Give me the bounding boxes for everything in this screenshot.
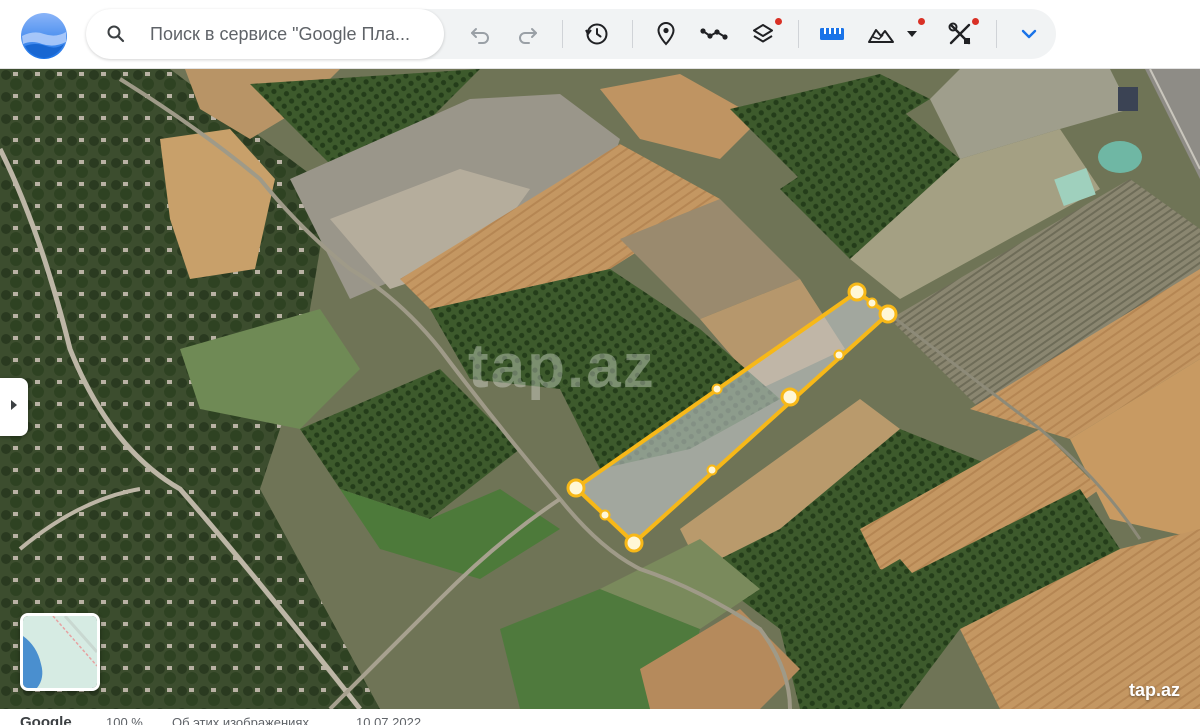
chevron-right-icon [10,398,18,416]
chevron-down-icon[interactable] [1015,20,1043,48]
notification-dot [918,18,925,25]
notification-dot [972,18,979,25]
imagery-date: 10.07.2022 [356,715,422,725]
plot-midpoint [833,349,845,361]
toolbar-divider [632,20,633,48]
terrain-icon[interactable] [867,20,895,48]
search-icon[interactable] [106,24,126,44]
toolbar-divider [798,20,799,48]
ruler-icon[interactable] [818,20,846,48]
satellite-map[interactable]: tap.az tap.az [0,69,1200,709]
search-input[interactable] [150,21,438,47]
history-icon[interactable] [583,20,611,48]
plot-vertex [878,304,898,324]
plot-midpoint [866,297,878,309]
minimap[interactable] [20,613,100,691]
plot-midpoint [599,509,611,521]
toolbar-pill [86,9,1056,59]
path-icon[interactable] [700,20,728,48]
search-box[interactable] [86,9,444,59]
watermark: tap.az [468,332,656,401]
toolbar [0,0,1200,69]
redo-icon[interactable] [514,20,542,48]
status-bar: Google 100 % Об этих изображениях 10.07.… [0,709,1200,725]
notification-dot [775,18,782,25]
corner-watermark: tap.az [1128,680,1180,700]
status-brand: Google [20,714,72,725]
layers-icon[interactable] [749,20,777,48]
placemark-icon[interactable] [652,20,680,48]
plot-vertex [566,478,586,498]
imagery-info-link[interactable]: Об этих изображениях [172,715,309,725]
plot-vertex [780,387,800,407]
plot-vertex [847,282,867,302]
toolbar-divider [996,20,997,48]
undo-icon[interactable] [466,20,494,48]
side-panel-toggle[interactable] [0,378,28,436]
zoom-level: 100 % [106,715,143,725]
toolbar-divider [562,20,563,48]
plot-midpoint [706,464,718,476]
plot-midpoint [711,383,723,395]
plot-vertex [624,533,644,553]
google-earth-logo[interactable] [20,12,68,60]
tools-icon[interactable] [946,20,974,48]
